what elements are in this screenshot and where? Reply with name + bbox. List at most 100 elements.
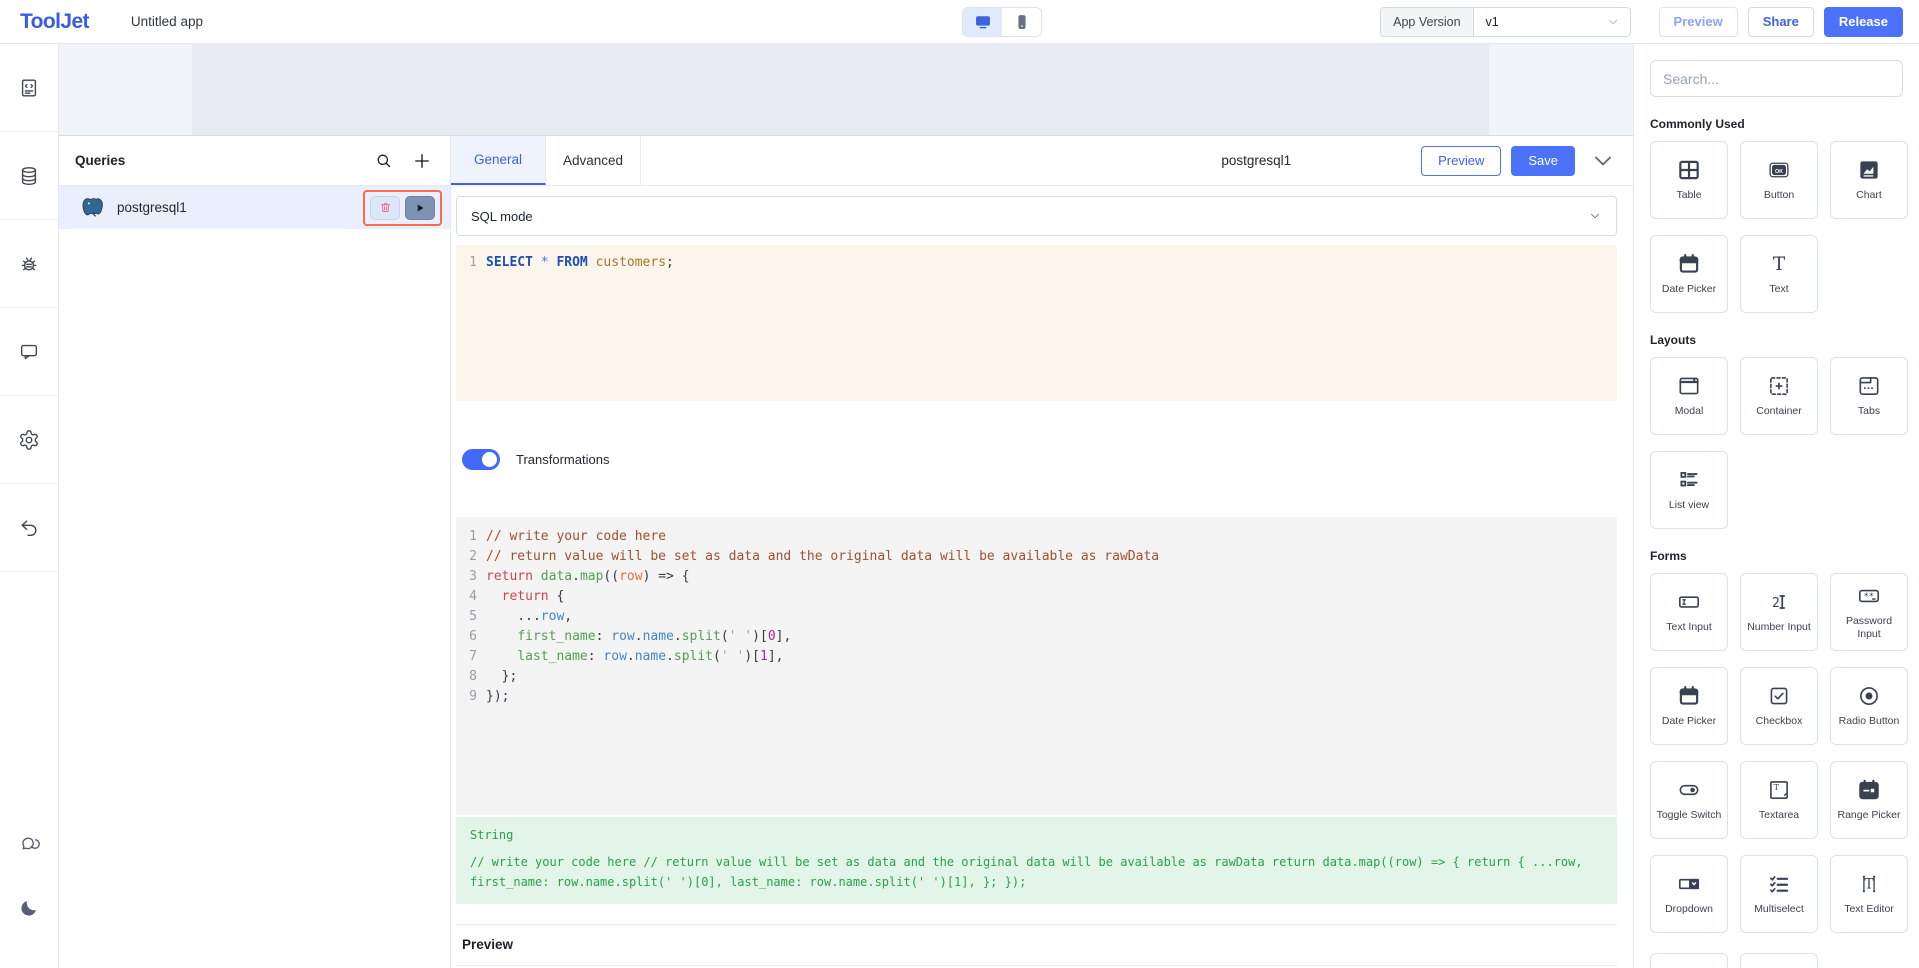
share-button[interactable]: Share: [1748, 7, 1814, 37]
widget-grid: TableOKButtonChartDate PickerTText: [1650, 141, 1903, 313]
widget-card-modal[interactable]: Modal: [1650, 357, 1728, 435]
widget-card-range-picker[interactable]: Range Picker: [1830, 761, 1908, 839]
modal-icon: [1676, 373, 1702, 399]
chevron-down-icon: [1588, 209, 1602, 223]
line-number: 1: [456, 253, 486, 273]
run-query-button[interactable]: [405, 196, 435, 220]
sql-code-editor[interactable]: 1SELECT * FROM customers;: [456, 245, 1617, 401]
chevron-down-icon: [1606, 15, 1620, 29]
tab-advanced[interactable]: Advanced: [546, 136, 641, 185]
rail-item-dark-mode-moon[interactable]: [0, 897, 58, 919]
widget-card-checkbox[interactable]: Checkbox: [1740, 667, 1818, 745]
widget-card-radio-button[interactable]: Radio Button: [1830, 667, 1908, 745]
editor-query-name: postgresql1: [1221, 153, 1291, 168]
list-view-icon: [1676, 467, 1702, 493]
toggle-icon: [1676, 777, 1702, 803]
settings-icon: [18, 429, 40, 451]
release-button[interactable]: Release: [1824, 7, 1903, 37]
widget-label: Tabs: [1855, 405, 1883, 418]
rail-item-undo[interactable]: [0, 484, 58, 572]
rail-item-comments[interactable]: [0, 308, 58, 396]
preview-section-label: Preview: [462, 937, 513, 952]
widget-card-password-input[interactable]: **Password Input: [1830, 573, 1908, 651]
add-query-icon[interactable]: [412, 151, 432, 171]
line-number: 4: [456, 587, 486, 607]
svg-text:T: T: [1773, 254, 1786, 275]
widget-card-tabs[interactable]: Tabs: [1830, 357, 1908, 435]
collapse-panel-icon[interactable]: [1591, 149, 1615, 173]
app-version-select[interactable]: App Version v1: [1380, 7, 1630, 37]
query-name: postgresql1: [117, 200, 187, 215]
delete-query-button[interactable]: [370, 196, 400, 220]
calendar-icon: [1676, 251, 1702, 277]
widget-label: Container: [1753, 405, 1805, 418]
line-number: 3: [456, 567, 486, 587]
widget-search-input[interactable]: [1650, 60, 1903, 97]
app-canvas-page[interactable]: [192, 44, 1489, 135]
widget-label: Dropdown: [1662, 903, 1716, 916]
query-save-button[interactable]: Save: [1511, 146, 1575, 176]
sql-mode-select[interactable]: SQL mode: [456, 196, 1617, 236]
widget-section-title: Layouts: [1650, 333, 1903, 347]
widget-card-text-editor[interactable]: TText Editor: [1830, 855, 1908, 933]
debugger-icon: [18, 253, 40, 275]
widgets-sidebar: Commonly UsedTableOKButtonChartDate Pick…: [1633, 44, 1919, 968]
widget-label: Date Picker: [1659, 283, 1719, 296]
query-preview-button[interactable]: Preview: [1421, 146, 1501, 176]
widget-label: Date Picker: [1659, 715, 1719, 728]
widget-sections: Commonly UsedTableOKButtonChartDate Pick…: [1650, 117, 1903, 968]
widget-label: Text Input: [1663, 621, 1715, 634]
widget-card-text-input[interactable]: Text Input: [1650, 573, 1728, 651]
container-icon: [1766, 373, 1792, 399]
app-preview-button[interactable]: Preview: [1659, 7, 1738, 37]
transformations-row: Transformations: [456, 448, 1617, 470]
widget-card-dropdown[interactable]: Dropdown: [1650, 855, 1728, 933]
app-canvas[interactable]: [59, 44, 1633, 135]
widget-card-container[interactable]: Container: [1740, 357, 1818, 435]
rail-item-settings[interactable]: [0, 396, 58, 484]
multiselect-icon: [1766, 871, 1792, 897]
widget-card-file[interactable]: [1740, 953, 1818, 968]
app-name[interactable]: Untitled app: [131, 14, 203, 29]
search-queries-icon[interactable]: [375, 152, 392, 169]
widget-card-number-input[interactable]: 2Number Input: [1740, 573, 1818, 651]
widget-card-list-view[interactable]: List view: [1650, 451, 1728, 529]
widget-card-chart[interactable]: Chart: [1830, 141, 1908, 219]
mobile-toggle-button[interactable]: [1002, 8, 1041, 36]
js-line: 7 last_name: row.name.split(' ')[1],: [456, 647, 1617, 667]
widget-card-date-picker[interactable]: Date Picker: [1650, 235, 1728, 313]
transformations-toggle[interactable]: [462, 449, 500, 470]
js-code: };: [486, 667, 517, 687]
query-row-postgresql1[interactable]: postgresql1: [59, 186, 450, 229]
widget-label: List view: [1666, 499, 1712, 512]
widget-card-textarea[interactable]: TTextarea: [1740, 761, 1818, 839]
transformation-code-editor[interactable]: 1// write your code here2// return value…: [456, 517, 1617, 815]
widget-card-date-picker[interactable]: Date Picker: [1650, 667, 1728, 745]
widget-card-multiselect[interactable]: Multiselect: [1740, 855, 1818, 933]
sql-line: 1SELECT * FROM customers;: [456, 253, 1617, 273]
chat-icon: [18, 834, 40, 856]
rail-item-chat[interactable]: [0, 834, 58, 856]
rail-item-database[interactable]: [0, 132, 58, 220]
range-picker-icon: [1856, 777, 1882, 803]
widget-card-toggle-switch[interactable]: Toggle Switch: [1650, 761, 1728, 839]
annotation-highlight: [363, 190, 442, 226]
js-line: 2// return value will be set as data and…: [456, 547, 1617, 567]
widget-card-star[interactable]: [1650, 953, 1728, 968]
tooljet-logo: ToolJet: [20, 10, 89, 34]
widget-label: Password Input: [1831, 615, 1907, 641]
app-version-value: v1: [1474, 15, 1606, 29]
rail-item-debugger[interactable]: [0, 220, 58, 308]
line-number: 9: [456, 687, 486, 707]
widget-card-text[interactable]: TText: [1740, 235, 1818, 313]
tab-general[interactable]: General: [451, 136, 546, 185]
widget-card-table[interactable]: Table: [1650, 141, 1728, 219]
widget-card-button[interactable]: OKButton: [1740, 141, 1818, 219]
queries-header: Queries: [59, 136, 450, 186]
widget-label: Checkbox: [1753, 715, 1806, 728]
js-line: 8 };: [456, 667, 1617, 687]
desktop-toggle-button[interactable]: [963, 8, 1002, 36]
rail-item-file-code[interactable]: [0, 44, 58, 132]
js-code: ...row,: [486, 607, 572, 627]
widget-label: Text Editor: [1841, 903, 1897, 916]
